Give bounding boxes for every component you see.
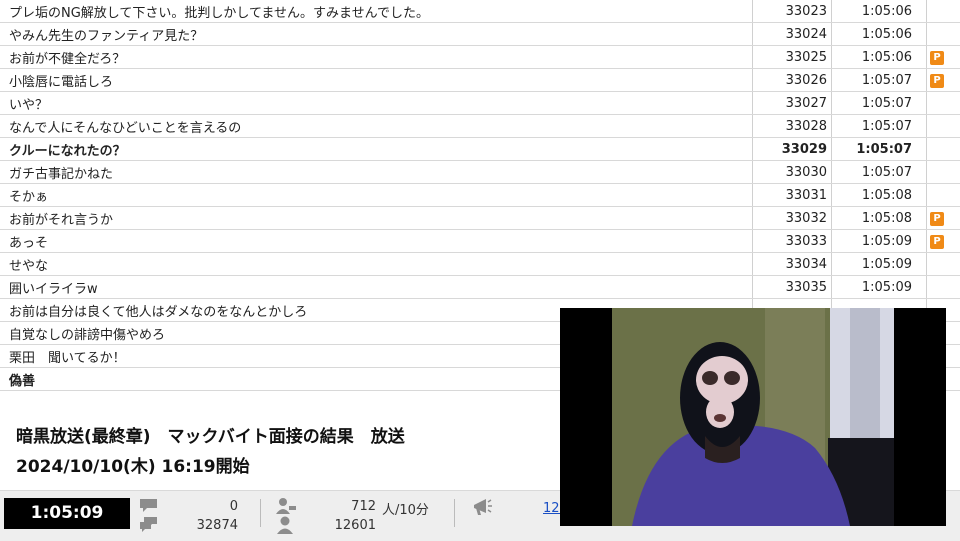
premium-badge-icon: P xyxy=(930,235,944,249)
webcam-frame-image xyxy=(560,308,946,526)
premium-cell xyxy=(927,253,960,276)
comment-row[interactable]: ガチ古事記かねた330301:05:07 xyxy=(0,161,960,184)
comment-text: ガチ古事記かねた xyxy=(0,161,753,184)
comment-text: プレ垢のNG解放して下さい。批判しかしてません。すみませんでした。 xyxy=(0,0,753,23)
comment-time: 1:05:07 xyxy=(832,92,927,115)
comment-number: 33033 xyxy=(753,230,832,253)
comment-time: 1:05:08 xyxy=(832,207,927,230)
comment-number: 33025 xyxy=(753,46,832,69)
comment-number: 33034 xyxy=(753,253,832,276)
premium-cell xyxy=(927,0,960,23)
viewers-total: 12601 xyxy=(300,518,376,533)
comment-text: そかぁ xyxy=(0,184,753,207)
comment-row[interactable]: なんで人にそんなひどいことを言えるの330281:05:07 xyxy=(0,115,960,138)
comment-row[interactable]: お前がそれ言うか330321:05:08P xyxy=(0,207,960,230)
premium-cell xyxy=(927,115,960,138)
comment-row[interactable]: そかぁ330311:05:08 xyxy=(0,184,960,207)
viewers-rate-unit: 人/10分 xyxy=(382,499,429,518)
separator xyxy=(454,499,455,527)
premium-cell: P xyxy=(927,230,960,253)
comment-number: 33029 xyxy=(753,138,832,161)
premium-cell xyxy=(927,23,960,46)
premium-cell xyxy=(927,92,960,115)
comment-row[interactable]: やみん先生のファンティア見た？330241:05:06 xyxy=(0,23,960,46)
comment-number: 33028 xyxy=(753,115,832,138)
comment-text: お前が不健全だろ？ xyxy=(0,46,753,69)
comment-total-count: 32874 xyxy=(160,518,238,533)
comment-time: 1:05:07 xyxy=(832,161,927,184)
separator xyxy=(260,499,261,527)
comment-text: 囲いイライラw xyxy=(0,276,753,299)
premium-cell: P xyxy=(927,46,960,69)
comment-time: 1:05:06 xyxy=(832,46,927,69)
speech-bubble-icon xyxy=(138,497,160,515)
broadcast-start-time: 2024/10/10(木) 16:19開始 xyxy=(16,452,250,477)
comment-new-count: 0 xyxy=(160,499,238,514)
speech-bubbles-total-icon xyxy=(138,516,160,534)
comment-text: お前がそれ言うか xyxy=(0,207,753,230)
comment-row[interactable]: あっそ330331:05:09P xyxy=(0,230,960,253)
webcam-video xyxy=(560,308,946,526)
comment-text: いや？ xyxy=(0,92,753,115)
comment-row[interactable]: いや？330271:05:07 xyxy=(0,92,960,115)
comment-row[interactable]: クルーになれたの？330291:05:07 xyxy=(0,138,960,161)
comment-number: 33027 xyxy=(753,92,832,115)
comment-time: 1:05:09 xyxy=(832,253,927,276)
elapsed-time: 1:05:09 xyxy=(4,498,130,529)
comment-number: 33032 xyxy=(753,207,832,230)
premium-badge-icon: P xyxy=(930,51,944,65)
comment-text: せやな xyxy=(0,253,753,276)
comment-number: 33026 xyxy=(753,69,832,92)
comment-text: やみん先生のファンティア見た？ xyxy=(0,23,753,46)
premium-badge-icon: P xyxy=(930,74,944,88)
comment-row[interactable]: 囲いイライラw330351:05:09 xyxy=(0,276,960,299)
premium-badge-icon: P xyxy=(930,212,944,226)
viewers-rate: 712 xyxy=(300,499,376,514)
comment-time: 1:05:09 xyxy=(832,276,927,299)
comment-time: 1:05:08 xyxy=(832,184,927,207)
comment-row[interactable]: プレ垢のNG解放して下さい。批判しかしてません。すみませんでした。330231:… xyxy=(0,0,960,23)
comment-text: クルーになれたの？ xyxy=(0,138,753,161)
comment-text: なんで人にそんなひどいことを言えるの xyxy=(0,115,753,138)
broadcast-info: 暗黒放送(最終章) マックバイト面接の結果 放送 2024/10/10(木) 1… xyxy=(0,404,560,490)
comment-time: 1:05:09 xyxy=(832,230,927,253)
broadcast-title: 暗黒放送(最終章) マックバイト面接の結果 放送 xyxy=(16,422,405,447)
megaphone-icon[interactable] xyxy=(470,496,494,518)
premium-cell xyxy=(927,161,960,184)
premium-cell: P xyxy=(927,207,960,230)
premium-cell xyxy=(927,184,960,207)
person-icon xyxy=(274,515,298,535)
comment-time: 1:05:06 xyxy=(832,0,927,23)
premium-cell: P xyxy=(927,69,960,92)
comment-row[interactable]: お前が不健全だろ？330251:05:06P xyxy=(0,46,960,69)
comment-number: 33030 xyxy=(753,161,832,184)
premium-cell xyxy=(927,138,960,161)
comment-number: 33024 xyxy=(753,23,832,46)
comment-text: 小陰唇に電話しろ xyxy=(0,69,753,92)
comment-row[interactable]: 小陰唇に電話しろ330261:05:07P xyxy=(0,69,960,92)
comment-time: 1:05:07 xyxy=(832,69,927,92)
comment-time: 1:05:07 xyxy=(832,115,927,138)
comment-row[interactable]: せやな330341:05:09 xyxy=(0,253,960,276)
comment-number: 33031 xyxy=(753,184,832,207)
premium-cell xyxy=(927,276,960,299)
comment-number: 33035 xyxy=(753,276,832,299)
comment-text: あっそ xyxy=(0,230,753,253)
comment-time: 1:05:07 xyxy=(832,138,927,161)
comment-number: 33023 xyxy=(753,0,832,23)
person-rate-icon xyxy=(274,496,298,516)
comment-time: 1:05:06 xyxy=(832,23,927,46)
